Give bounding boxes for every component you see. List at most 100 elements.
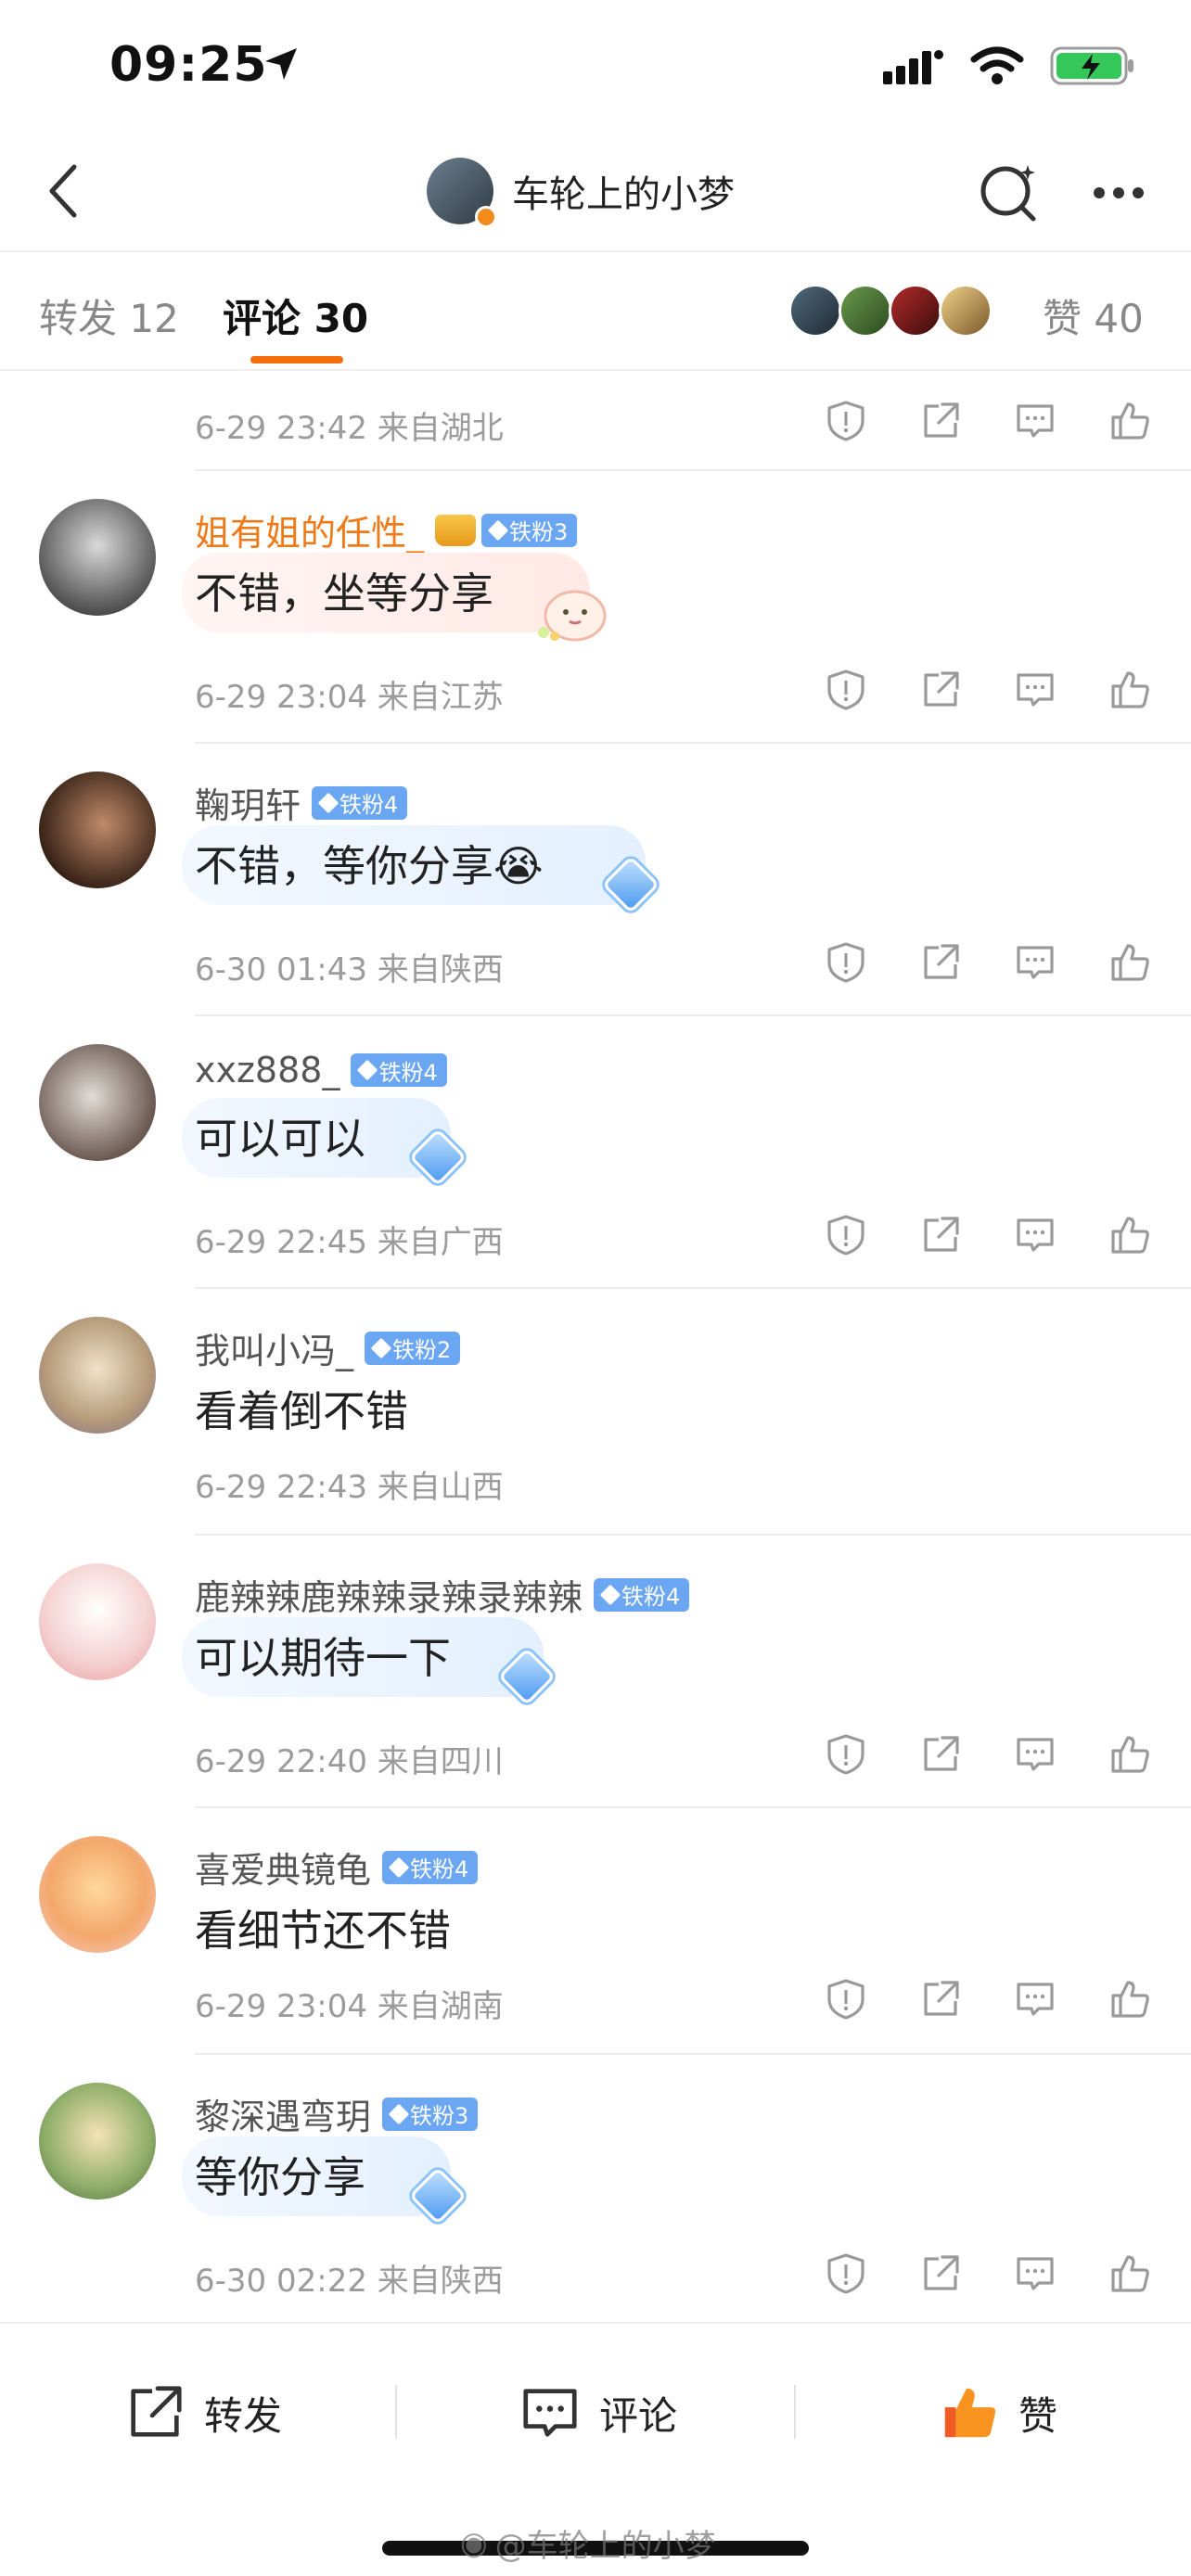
status-indicators — [883, 45, 1135, 87]
fan-badge: 铁粉2 — [365, 1331, 461, 1365]
like-button[interactable] — [1102, 1727, 1158, 1782]
reply-button[interactable] — [1007, 935, 1063, 990]
like-button[interactable] — [1102, 2246, 1158, 2302]
comment-time: 6-29 23:04 — [195, 679, 367, 716]
comment-button[interactable]: 评论 — [518, 2376, 677, 2450]
reply-button[interactable] — [1007, 1727, 1063, 1782]
share-button[interactable] — [913, 393, 968, 449]
divider — [195, 1287, 1191, 1289]
tab-comment[interactable]: 评论 30 — [223, 287, 368, 344]
tab-repost[interactable]: 转发 12 — [39, 287, 179, 344]
like-button[interactable] — [1102, 1207, 1158, 1263]
divider — [195, 742, 1191, 744]
comment-author[interactable]: 我叫小冯_ 铁粉2 — [195, 1322, 461, 1373]
reply-button[interactable] — [1007, 662, 1063, 718]
avatar[interactable] — [39, 499, 156, 616]
report-button[interactable] — [818, 662, 874, 718]
share-icon — [918, 940, 963, 985]
comment-author[interactable]: 黎深遇弯玥 铁粉3 — [195, 2088, 479, 2139]
crown-icon — [435, 514, 477, 546]
report-button[interactable] — [818, 935, 874, 990]
like-icon — [1108, 1732, 1152, 1777]
report-icon — [824, 399, 868, 443]
reply-button[interactable] — [1007, 2246, 1063, 2302]
comment-text: 可以可以 — [195, 1114, 365, 1164]
reply-button[interactable] — [1007, 1971, 1063, 2027]
comment-author[interactable]: 姐有姐的任性_ 铁粉3 — [195, 504, 578, 555]
comment-meta-text: 6-29 22:43 来自山西 — [195, 1461, 504, 1507]
share-icon — [918, 399, 963, 443]
avatar[interactable] — [39, 1044, 156, 1161]
fan-badge: 铁粉4 — [594, 1577, 690, 1612]
nav-user[interactable]: 车轮上的小梦 — [427, 158, 735, 228]
like-button[interactable] — [1102, 662, 1158, 718]
tab-bar: 转发 12 评论 30 赞 40 — [0, 252, 1191, 371]
status-time: 09:25 — [109, 37, 268, 93]
location-arrow-icon — [265, 48, 297, 80]
share-button[interactable] — [913, 1727, 968, 1782]
report-icon — [824, 2251, 868, 2296]
search-button[interactable] — [974, 158, 1044, 228]
like-button[interactable] — [1102, 393, 1158, 449]
comment-time: 6-29 22:45 — [195, 1224, 367, 1261]
fan-badge-label: 铁粉4 — [410, 1856, 469, 1882]
share-icon — [918, 668, 963, 712]
more-button[interactable] — [1083, 161, 1154, 224]
comment-meta-text: 6-30 02:22 来自陕西 — [195, 2255, 504, 2301]
share-button[interactable] — [913, 1207, 968, 1263]
report-button[interactable] — [818, 1727, 874, 1782]
comment-author[interactable]: xxz888_ 铁粉4 — [195, 1050, 447, 1090]
comment-location: 来自山西 — [377, 1469, 504, 1506]
report-button[interactable] — [818, 1971, 874, 2027]
avatar[interactable] — [39, 1317, 156, 1434]
avatar[interactable] — [39, 772, 156, 888]
watermark-text: @车轮上的小梦 — [494, 2528, 716, 2565]
report-button[interactable] — [818, 393, 874, 449]
avatar[interactable] — [39, 1836, 156, 1953]
comment-icon — [1013, 668, 1057, 712]
comment-author-name: 姐有姐的任性_ — [195, 513, 425, 554]
back-button[interactable] — [26, 154, 100, 228]
like-label: 赞 — [1018, 2392, 1058, 2439]
share-icon — [918, 1977, 963, 2021]
comment-meta-text: 6-29 22:45 来自广西 — [195, 1217, 504, 1262]
like-button[interactable] — [1102, 1971, 1158, 2027]
divider — [395, 2385, 397, 2439]
avatar[interactable] — [39, 1563, 156, 1680]
page-title: 车轮上的小梦 — [512, 173, 735, 216]
comment-text: 等你分享 — [195, 2152, 365, 2202]
share-button[interactable] — [913, 1971, 968, 2027]
share-icon — [918, 2251, 963, 2296]
like-button[interactable]: 赞 — [937, 2376, 1057, 2450]
comment-meta: 6-29 22:45 来自广西 — [195, 1207, 1191, 1263]
avatar — [889, 284, 942, 338]
comment-author-name: 鹿辣辣鹿辣辣录辣录辣辣 — [195, 1577, 583, 1618]
comment-author[interactable]: 喜爱典镜龟 铁粉4 — [195, 1842, 479, 1893]
avatar — [839, 284, 892, 338]
avatar[interactable] — [39, 2083, 156, 2200]
comment-author[interactable]: 鞠玥轩 铁粉4 — [195, 777, 408, 828]
liker-avatars[interactable] — [788, 284, 992, 338]
comment-text: 不错，等你分享😭 — [195, 841, 544, 891]
comment-time: 6-29 23:42 — [195, 410, 367, 447]
like-icon — [1108, 668, 1152, 712]
comment-actions — [818, 662, 1158, 718]
comment-text: 看着倒不错 — [195, 1386, 408, 1436]
share-button[interactable] — [913, 2246, 968, 2302]
like-button[interactable] — [1102, 935, 1158, 990]
repost-button[interactable]: 转发 — [122, 2376, 282, 2450]
report-button[interactable] — [818, 1207, 874, 1263]
report-button[interactable] — [818, 2246, 874, 2302]
fan-badge: 铁粉4 — [351, 1053, 447, 1087]
share-button[interactable] — [913, 935, 968, 990]
comment-actions — [818, 393, 1158, 449]
comment-actions — [818, 1207, 1158, 1263]
tab-likes[interactable]: 赞 40 — [1043, 287, 1144, 344]
comment-author-name: xxz888_ — [195, 1050, 340, 1090]
report-icon — [824, 1213, 868, 1257]
reply-button[interactable] — [1007, 393, 1063, 449]
share-button[interactable] — [913, 662, 968, 718]
reply-button[interactable] — [1007, 1207, 1063, 1263]
diamond-icon — [599, 1584, 621, 1605]
comment-author[interactable]: 鹿辣辣鹿辣辣录辣录辣辣 铁粉4 — [195, 1569, 690, 1620]
